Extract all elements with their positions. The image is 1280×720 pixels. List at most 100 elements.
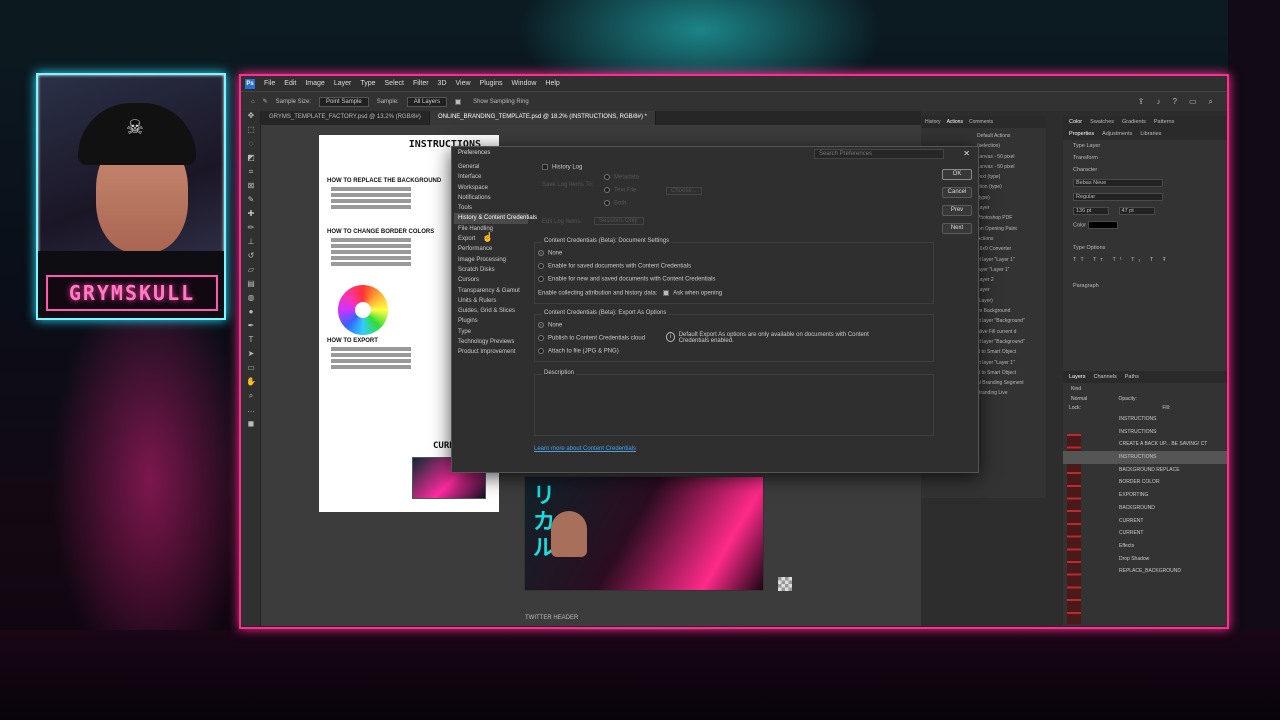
menu-3d[interactable]: 3D — [438, 80, 447, 87]
tab-adjustments[interactable]: Adjustments — [1102, 131, 1132, 137]
pref-nav-item[interactable]: Scratch Disks — [454, 265, 528, 275]
action-item[interactable]: rt to Smart Object — [977, 368, 1046, 378]
action-item[interactable]: ct layer "Layer 1" — [977, 255, 1046, 265]
cancel-button[interactable]: Cancel — [942, 187, 972, 198]
action-item[interactable]: Layer — [977, 203, 1046, 213]
action-item[interactable]: ct layer "Background" — [977, 337, 1046, 347]
tab-actions[interactable]: Actions — [947, 119, 963, 125]
layer-row[interactable]: CREATE A BACK UP... BE SAVING! CT — [1063, 438, 1227, 451]
transform-section[interactable]: Transform — [1063, 152, 1227, 164]
type-options-section[interactable]: Type Options — [1063, 242, 1227, 254]
tab-comments[interactable]: Comments — [969, 119, 993, 125]
pref-nav-item[interactable]: Plugins — [454, 316, 528, 326]
tab-gradients[interactable]: Gradients — [1122, 119, 1146, 125]
menu-plugins[interactable]: Plugins — [480, 80, 503, 87]
menu-layer[interactable]: Layer — [334, 80, 352, 87]
type-tool-icon[interactable]: T — [241, 335, 261, 349]
layer-row[interactable]: INSTRUCTIONS — [1063, 451, 1227, 464]
select-tool-icon[interactable]: ◩ — [241, 153, 261, 167]
export-none-radio[interactable] — [538, 322, 544, 328]
layer-row[interactable]: REPLACE_BACKGROUND — [1063, 565, 1227, 578]
doc-new-radio[interactable] — [538, 276, 544, 282]
ask-opening-checkbox[interactable] — [663, 290, 670, 296]
tab-history[interactable]: History — [925, 119, 941, 125]
layer-row[interactable]: BORDER COLOR — [1063, 476, 1227, 489]
next-button[interactable]: Next — [942, 223, 972, 234]
export-attach-radio[interactable] — [538, 348, 544, 354]
tab-color[interactable]: Color — [1069, 119, 1082, 125]
pref-nav-item[interactable]: Product Improvement — [454, 347, 528, 357]
doc-none-radio[interactable] — [538, 250, 544, 256]
doc-tab[interactable]: GRYMS_TEMPLATE_FACTORY.psd @ 13.2% (RGB/… — [261, 111, 430, 125]
layer-row[interactable]: INSTRUCTIONS — [1063, 426, 1227, 439]
layer-row[interactable]: CURRENT — [1063, 527, 1227, 540]
text-color-swatch[interactable] — [1087, 221, 1118, 229]
pen-tool-icon[interactable]: ✒ — [241, 321, 261, 335]
action-item[interactable]: al Branding Segment — [977, 378, 1046, 388]
crop-tool-icon[interactable]: ⌗ — [241, 167, 261, 181]
pref-nav-item[interactable]: General — [454, 162, 528, 172]
pref-nav-item[interactable]: Workspace — [454, 183, 528, 193]
pref-nav-item[interactable]: Units & Rulers — [454, 296, 528, 306]
action-item[interactable]: ct layer "Layer 1" — [977, 358, 1046, 368]
help-icon[interactable]: ? — [1173, 97, 1177, 107]
history-brush-icon[interactable]: ↺ — [241, 251, 261, 265]
sample-size-select[interactable]: Point Sample — [319, 96, 369, 107]
heal-tool-icon[interactable]: ✚ — [241, 209, 261, 223]
eyedropper-tool-icon[interactable]: ✎ — [241, 195, 261, 209]
action-item[interactable]: ion Opening Paint — [977, 224, 1046, 234]
tab-channels[interactable]: Channels — [1094, 374, 1117, 380]
tab-swatches[interactable]: Swatches — [1090, 119, 1114, 125]
layer-row[interactable]: Effects — [1063, 540, 1227, 553]
action-item[interactable]: ve Background — [977, 306, 1046, 316]
layer-row[interactable]: BACKGROUND — [1063, 502, 1227, 515]
action-item[interactable]: ative Fill current d — [977, 327, 1046, 337]
layer-row[interactable]: INSTRUCTIONS — [1063, 413, 1227, 426]
tab-paths[interactable]: Paths — [1125, 374, 1139, 380]
eyedropper-icon[interactable]: ✎ — [263, 98, 268, 105]
stamp-tool-icon[interactable]: ⊥ — [241, 237, 261, 251]
menu-image[interactable]: Image — [305, 80, 324, 87]
pref-nav-item[interactable]: Image Processing — [454, 255, 528, 265]
edit-log-select[interactable]: Sessions Only — [594, 217, 644, 225]
action-item[interactable]: 16x9 Converter — [977, 244, 1046, 254]
layer-filter-select[interactable]: Kind — [1069, 386, 1081, 392]
zoom-tool-icon[interactable]: ⌕ — [241, 391, 261, 405]
workspace-icon[interactable]: ▭ — [1189, 97, 1197, 107]
font-size-field[interactable]: 136 pt — [1073, 207, 1109, 215]
menu-view[interactable]: View — [456, 80, 471, 87]
action-item[interactable]: Layer — [977, 285, 1046, 295]
color-swatches-icon[interactable]: ◼ — [241, 419, 261, 433]
leading-field[interactable]: 47 pt — [1118, 207, 1155, 215]
action-item[interactable]: Branding Live — [977, 388, 1046, 398]
pref-nav-item[interactable]: History & Content Credentials — [454, 213, 537, 224]
both-radio[interactable] — [604, 200, 610, 206]
tab-patterns[interactable]: Patterns — [1154, 119, 1174, 125]
character-section[interactable]: Character — [1063, 164, 1227, 176]
blur-tool-icon[interactable]: ◍ — [241, 293, 261, 307]
dodge-tool-icon[interactable]: ● — [241, 307, 261, 321]
menu-select[interactable]: Select — [385, 80, 404, 87]
action-item[interactable]: (type) — [977, 193, 1046, 203]
bell-icon[interactable]: ♪ — [1157, 97, 1161, 107]
pref-nav-item[interactable]: Cursors — [454, 275, 528, 285]
layer-row[interactable]: Drop Shadow — [1063, 553, 1227, 566]
export-publish-radio[interactable] — [538, 335, 544, 341]
action-item[interactable]: (selection) — [977, 141, 1046, 151]
menu-edit[interactable]: Edit — [284, 80, 296, 87]
search-icon[interactable]: ⌕ — [1209, 97, 1213, 107]
pref-nav-item[interactable]: Performance — [454, 244, 528, 254]
pref-nav-item[interactable]: Notifications — [454, 193, 528, 203]
choose-button[interactable]: Choose... — [666, 187, 702, 195]
layer-row[interactable]: BACKGROUND REPLACE — [1063, 464, 1227, 477]
action-item[interactable]: Default Actions — [977, 131, 1046, 141]
doc-tab-active[interactable]: ONLINE_BRANDING_TEMPLATE.psd @ 18.2% (IN… — [429, 111, 656, 125]
learn-more-link[interactable]: Learn more about Content Credentials — [534, 446, 636, 452]
pref-nav-item[interactable]: Guides, Grid & Slices — [454, 306, 528, 316]
more-tools-icon[interactable]: … — [241, 405, 261, 419]
pref-nav-item[interactable]: Interface — [454, 172, 528, 182]
sample-select[interactable]: All Layers — [406, 96, 448, 107]
tab-layers[interactable]: Layers — [1069, 374, 1086, 380]
history-log-checkbox[interactable] — [542, 164, 548, 170]
pref-nav-item[interactable]: Technology Previews — [454, 337, 528, 347]
